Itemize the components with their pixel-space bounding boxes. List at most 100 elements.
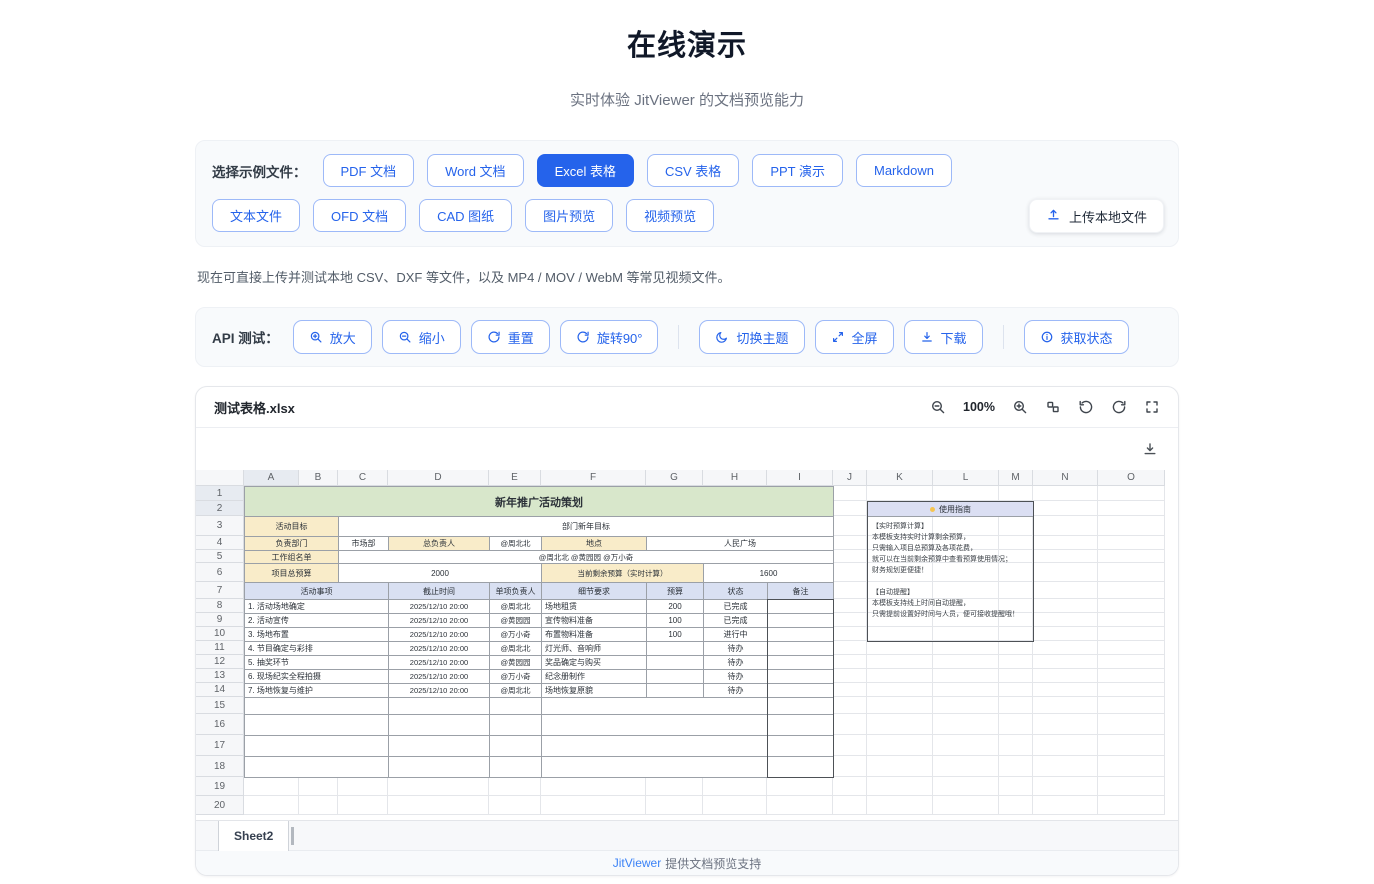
grid-cell <box>867 735 933 756</box>
sheet-cell: @周北北 <box>489 683 542 698</box>
grid-cell <box>1033 683 1098 697</box>
grid-cell <box>833 627 867 641</box>
grid-cell <box>1033 501 1098 516</box>
brand-link[interactable]: JitViewer <box>613 856 661 870</box>
grid-cell <box>933 683 999 697</box>
api-button[interactable]: 重置 <box>471 320 550 354</box>
grid-cell <box>833 669 867 683</box>
file-type-button[interactable]: CSV 表格 <box>647 154 739 187</box>
grid-cell <box>833 599 867 613</box>
sheet-cell <box>541 697 768 715</box>
grid-cell <box>1033 516 1098 536</box>
column-header: F <box>541 470 646 486</box>
upload-local-file-button[interactable]: 上传本地文件 <box>1029 199 1164 233</box>
zoom-level: 100% <box>963 400 995 414</box>
zoom-out-icon <box>398 330 412 344</box>
sheet-cell: 场地租赁 <box>541 599 647 614</box>
api-test-panel: API 测试： 放大缩小重置旋转90°切换主题全屏下载获取状态 <box>195 307 1179 367</box>
api-button[interactable]: 缩小 <box>382 320 461 354</box>
zoom-out-icon[interactable] <box>930 399 946 415</box>
sheet-cell: 当前剩余预算（实时计算） <box>541 563 704 583</box>
grid-cell <box>1033 669 1098 683</box>
grid-cell <box>833 536 867 550</box>
grid-cell <box>299 777 338 796</box>
api-button[interactable]: 全屏 <box>815 320 894 354</box>
grid-cell <box>999 486 1033 501</box>
row-header: 15 <box>196 697 244 714</box>
sheet-cell: 5. 抽奖环节 <box>244 655 389 670</box>
file-selector-label: 选择示例文件： <box>212 161 307 181</box>
grid-cell <box>999 756 1033 777</box>
grid-cell <box>1098 501 1165 516</box>
api-button-label: 全屏 <box>852 328 878 347</box>
sheet-cell: 活动目标 <box>244 516 339 537</box>
file-type-button[interactable]: 视频预览 <box>626 199 714 232</box>
file-type-button[interactable]: 文本文件 <box>212 199 300 232</box>
grid-cell <box>1033 777 1098 796</box>
sheet-cell <box>767 697 834 715</box>
grid-cell <box>1033 563 1098 582</box>
spreadsheet-preview[interactable]: ABCDEFGHIJKLMNO1234567891011121314151617… <box>196 470 1178 820</box>
grid-cell <box>867 683 933 697</box>
column-header: M <box>999 470 1033 486</box>
api-button[interactable]: 获取状态 <box>1024 320 1129 354</box>
pages-icon[interactable] <box>1045 399 1061 415</box>
sheet-cell <box>244 714 389 736</box>
file-type-button[interactable]: PDF 文档 <box>323 154 415 187</box>
sheet-tab-bar: Sheet2 <box>196 820 1178 850</box>
api-button[interactable]: 下载 <box>904 320 983 354</box>
viewer-toolbar: 测试表格.xlsx 100% <box>196 387 1178 428</box>
sheet-cell <box>767 655 834 670</box>
grid-cell <box>833 714 867 735</box>
file-type-button[interactable]: 图片预览 <box>525 199 613 232</box>
sheet-cell <box>541 714 768 736</box>
column-header: O <box>1098 470 1165 486</box>
api-button[interactable]: 放大 <box>293 320 372 354</box>
download-icon[interactable] <box>1142 441 1158 457</box>
sheet-cell: 项目总预算 <box>244 563 339 583</box>
grid-cell <box>833 735 867 756</box>
row-header: 14 <box>196 683 244 697</box>
grid-cell <box>1098 683 1165 697</box>
grid-cell <box>703 796 767 815</box>
grid-cell <box>933 697 999 714</box>
grid-cell <box>1098 756 1165 777</box>
api-button-label: 获取状态 <box>1061 328 1113 347</box>
row-header: 1 <box>196 486 244 501</box>
sheet-tab-sheet2[interactable]: Sheet2 <box>218 821 289 851</box>
grid-cell <box>646 796 703 815</box>
sheet-cell: @黄园园 <box>489 613 542 628</box>
api-button[interactable]: 旋转90° <box>560 320 659 354</box>
sheet-cell: 奖品确定与购买 <box>541 655 647 670</box>
file-type-button[interactable]: OFD 文档 <box>313 199 406 232</box>
sheet-cell: 100 <box>646 627 704 642</box>
group-divider <box>678 325 679 349</box>
grid-cell <box>388 777 489 796</box>
zoom-in-icon[interactable] <box>1012 399 1028 415</box>
tab-resize-handle[interactable] <box>291 827 294 845</box>
fullscreen-icon[interactable] <box>1144 399 1160 415</box>
file-type-button[interactable]: Excel 表格 <box>537 154 634 187</box>
grid-cell <box>999 697 1033 714</box>
rotate-cw-icon[interactable] <box>1111 399 1127 415</box>
sheet-cell: 3. 场地布置 <box>244 627 389 642</box>
sheet-cell <box>541 756 768 778</box>
column-header: I <box>767 470 833 486</box>
grid-cell <box>1033 582 1098 599</box>
upload-icon-slot <box>1046 207 1061 225</box>
sheet-cell <box>489 697 542 715</box>
sheet-cell <box>646 683 704 698</box>
grid-cell <box>833 796 867 815</box>
file-type-button[interactable]: Markdown <box>856 154 952 187</box>
sheet-cell: 2025/12/10 20:00 <box>388 599 490 614</box>
file-type-button[interactable]: PPT 演示 <box>752 154 843 187</box>
sheet-cell <box>646 669 704 684</box>
column-header: K <box>867 470 933 486</box>
file-type-list: 选择示例文件： PDF 文档 Word 文档 Excel 表格 CSV 表格 PPT 演… <box>212 154 1042 232</box>
file-type-button[interactable]: Word 文档 <box>427 154 523 187</box>
file-type-button[interactable]: CAD 图纸 <box>419 199 512 232</box>
grid-cell <box>1098 669 1165 683</box>
grid-cell <box>1098 796 1165 815</box>
api-button[interactable]: 切换主题 <box>699 320 804 354</box>
rotate-ccw-icon[interactable] <box>1078 399 1094 415</box>
